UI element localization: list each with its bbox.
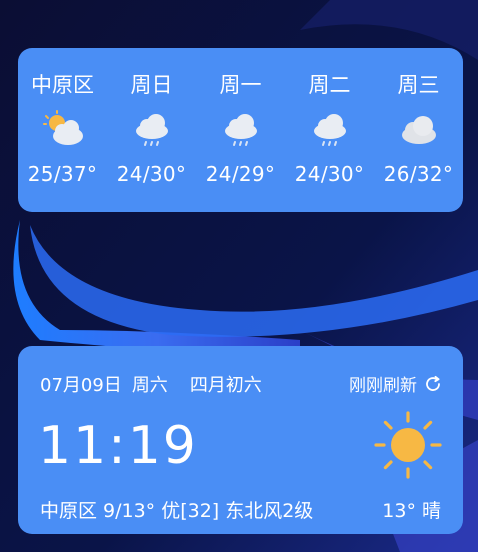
forecast-day-sun[interactable]: 周日 24/30° xyxy=(107,48,196,212)
aqi-text: 优[32] xyxy=(161,500,220,522)
forecast-day-label: 周二 xyxy=(308,73,351,97)
date-line: 07月09日 周六 四月初六 xyxy=(40,371,272,397)
wind-text: 东北风2级 xyxy=(225,500,314,522)
light-rain-icon xyxy=(224,114,257,146)
forecast-day-temp: 24/30° xyxy=(294,162,365,186)
forecast-day-mon[interactable]: 周一 24/29° xyxy=(196,48,285,212)
date-text: 07月09日 xyxy=(40,375,122,396)
sun-icon xyxy=(374,411,442,479)
location-text: 中原区 xyxy=(40,500,98,522)
forecast-day-temp: 24/29° xyxy=(205,162,276,186)
cloudy-icon xyxy=(401,116,436,144)
light-rain-icon xyxy=(313,114,346,146)
condition-text: 晴 xyxy=(421,500,441,522)
weekday-text: 周六 xyxy=(131,375,168,396)
forecast-day-label: 周一 xyxy=(219,73,262,97)
current-weather: 13° 晴 xyxy=(376,496,441,523)
forecast-day-temp: 26/32° xyxy=(383,162,454,186)
refresh-button[interactable]: 刚刚刷新 xyxy=(349,371,443,396)
forecast-day-label: 周日 xyxy=(130,73,173,97)
lunar-date-text: 四月初六 xyxy=(189,375,262,396)
light-rain-icon xyxy=(135,114,168,146)
forecast-day-wed[interactable]: 周三 26/32° xyxy=(374,48,463,212)
partly-cloudy-icon xyxy=(42,110,83,145)
clock-time[interactable]: 11:19 xyxy=(38,416,198,476)
forecast-widget[interactable]: 中原区 25/37° 周日 24/30° 周一 24/29° 周二 24/30°… xyxy=(18,48,463,212)
refresh-label: 刚刚刷新 xyxy=(349,376,417,396)
forecast-day-temp: 24/30° xyxy=(116,162,187,186)
weather-summary: 中原区 9/13° 优[32] 东北风2级 xyxy=(40,496,319,523)
clock-weather-widget[interactable]: 07月09日 周六 四月初六 刚刚刷新 11:19 中原区 9/13° 优[32] 东北风… xyxy=(18,346,463,534)
forecast-day-label: 周三 xyxy=(397,73,440,97)
refresh-icon xyxy=(426,375,440,391)
forecast-day-tue[interactable]: 周二 24/30° xyxy=(285,48,374,212)
forecast-day-temp: 25/37° xyxy=(27,162,98,186)
temp-range-text: 9/13° xyxy=(103,500,156,522)
forecast-day-label: 中原区 xyxy=(31,73,94,97)
forecast-day-location[interactable]: 中原区 25/37° xyxy=(18,48,107,212)
current-temp-text: 13° xyxy=(382,500,416,522)
